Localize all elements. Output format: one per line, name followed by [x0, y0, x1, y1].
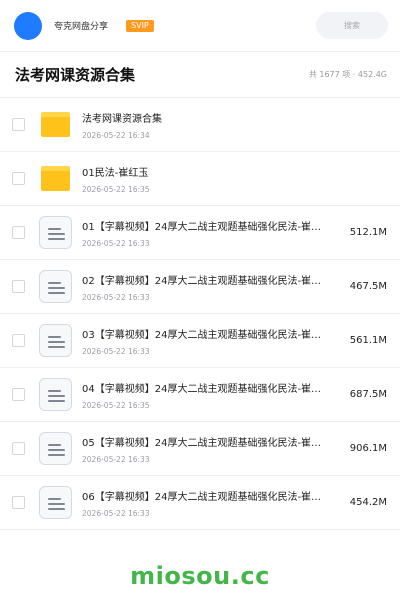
file-name[interactable]: 02【字幕视频】24厚大二战主观题基础强化民法-崔…: [82, 272, 342, 287]
file-info: 法考网课资源合集 2026-05-22 16:34: [82, 110, 387, 140]
folder-icon: [38, 162, 72, 196]
file-name[interactable]: 01民法-崔红玉: [82, 164, 387, 179]
avatar[interactable]: [14, 11, 42, 40]
file-name[interactable]: 05【字幕视频】24厚大二战主观题基础强化民法-崔…: [82, 434, 342, 449]
document-icon: [38, 324, 72, 358]
file-date: 2026-05-22 16:33: [82, 238, 150, 248]
select-checkbox[interactable]: [12, 226, 25, 239]
file-list: 法考网课资源合集 2026-05-22 16:34 01民法-崔红玉 2026-05-…: [0, 98, 400, 530]
folder-stats: 共 1677 项 · 452.4G: [308, 70, 387, 79]
file-size: 561.1M: [349, 335, 387, 346]
svip-badge: SVIP: [126, 19, 154, 32]
file-name[interactable]: 03【字幕视频】24厚大二战主观题基础强化民法-崔…: [82, 326, 342, 341]
file-size: 906.1M: [349, 443, 387, 454]
top-bar: 夸克网盘分享 SVIP 搜索: [0, 0, 400, 52]
file-info: 06【字幕视频】24厚大二战主观题基础强化民法-崔… 2026-05-22 16:…: [82, 488, 342, 518]
file-date: 2026-05-22 16:33: [82, 454, 150, 464]
search-input[interactable]: 搜索: [316, 12, 388, 39]
document-icon: [38, 486, 72, 520]
file-size: 454.2M: [349, 497, 387, 508]
file-name[interactable]: 04【字幕视频】24厚大二战主观题基础强化民法-崔…: [82, 380, 342, 395]
select-checkbox[interactable]: [12, 172, 25, 185]
select-checkbox[interactable]: [12, 442, 25, 455]
file-date: 2026-05-22 16:33: [82, 508, 150, 518]
document-icon: [38, 378, 72, 412]
file-row[interactable]: 法考网课资源合集 2026-05-22 16:34: [0, 98, 400, 152]
file-size: 687.5M: [349, 389, 387, 400]
file-info: 03【字幕视频】24厚大二战主观题基础强化民法-崔… 2026-05-22 16:…: [82, 326, 342, 356]
file-date: 2026-05-22 16:33: [82, 346, 150, 356]
file-row[interactable]: 04【字幕视频】24厚大二战主观题基础强化民法-崔… 2026-05-22 16:…: [0, 368, 400, 422]
file-info: 04【字幕视频】24厚大二战主观题基础强化民法-崔… 2026-05-22 16:…: [82, 380, 342, 410]
file-info: 01民法-崔红玉 2026-05-22 16:35: [82, 164, 387, 194]
file-size: 512.1M: [349, 227, 387, 238]
file-name[interactable]: 法考网课资源合集: [82, 110, 387, 125]
watermark: miosou.cc: [130, 562, 270, 590]
select-checkbox[interactable]: [12, 334, 25, 347]
select-checkbox[interactable]: [12, 280, 25, 293]
file-date: 2026-05-22 16:33: [82, 292, 150, 302]
page-title: 法考网课资源合集: [15, 66, 136, 84]
document-icon: [38, 432, 72, 466]
folder-icon: [38, 108, 72, 142]
file-name[interactable]: 01【字幕视频】24厚大二战主观题基础强化民法-崔…: [82, 218, 342, 233]
file-info: 02【字幕视频】24厚大二战主观题基础强化民法-崔… 2026-05-22 16:…: [82, 272, 342, 302]
select-checkbox[interactable]: [12, 496, 25, 509]
file-row[interactable]: 03【字幕视频】24厚大二战主观题基础强化民法-崔… 2026-05-22 16:…: [0, 314, 400, 368]
file-date: 2026-05-22 16:35: [82, 184, 150, 194]
file-row[interactable]: 02【字幕视频】24厚大二战主观题基础强化民法-崔… 2026-05-22 16:…: [0, 260, 400, 314]
file-info: 05【字幕视频】24厚大二战主观题基础强化民法-崔… 2026-05-22 16:…: [82, 434, 342, 464]
file-date: 2026-05-22 16:35: [82, 400, 150, 410]
file-date: 2026-05-22 16:34: [82, 130, 150, 140]
file-name[interactable]: 06【字幕视频】24厚大二战主观题基础强化民法-崔…: [82, 488, 342, 503]
file-row[interactable]: 01【字幕视频】24厚大二战主观题基础强化民法-崔… 2026-05-22 16:…: [0, 206, 400, 260]
file-row[interactable]: 01民法-崔红玉 2026-05-22 16:35: [0, 152, 400, 206]
file-info: 01【字幕视频】24厚大二战主观题基础强化民法-崔… 2026-05-22 16:…: [82, 218, 342, 248]
document-icon: [38, 270, 72, 304]
user-name: 夸克网盘分享: [54, 22, 109, 32]
select-checkbox[interactable]: [12, 118, 25, 131]
file-row[interactable]: 05【字幕视频】24厚大二战主观题基础强化民法-崔… 2026-05-22 16:…: [0, 422, 400, 476]
folder-header: 法考网课资源合集 共 1677 项 · 452.4G: [0, 52, 400, 98]
document-icon: [38, 216, 72, 250]
file-row[interactable]: 06【字幕视频】24厚大二战主观题基础强化民法-崔… 2026-05-22 16:…: [0, 476, 400, 530]
search-placeholder: 搜索: [344, 21, 360, 30]
file-size: 467.5M: [349, 281, 387, 292]
select-checkbox[interactable]: [12, 388, 25, 401]
